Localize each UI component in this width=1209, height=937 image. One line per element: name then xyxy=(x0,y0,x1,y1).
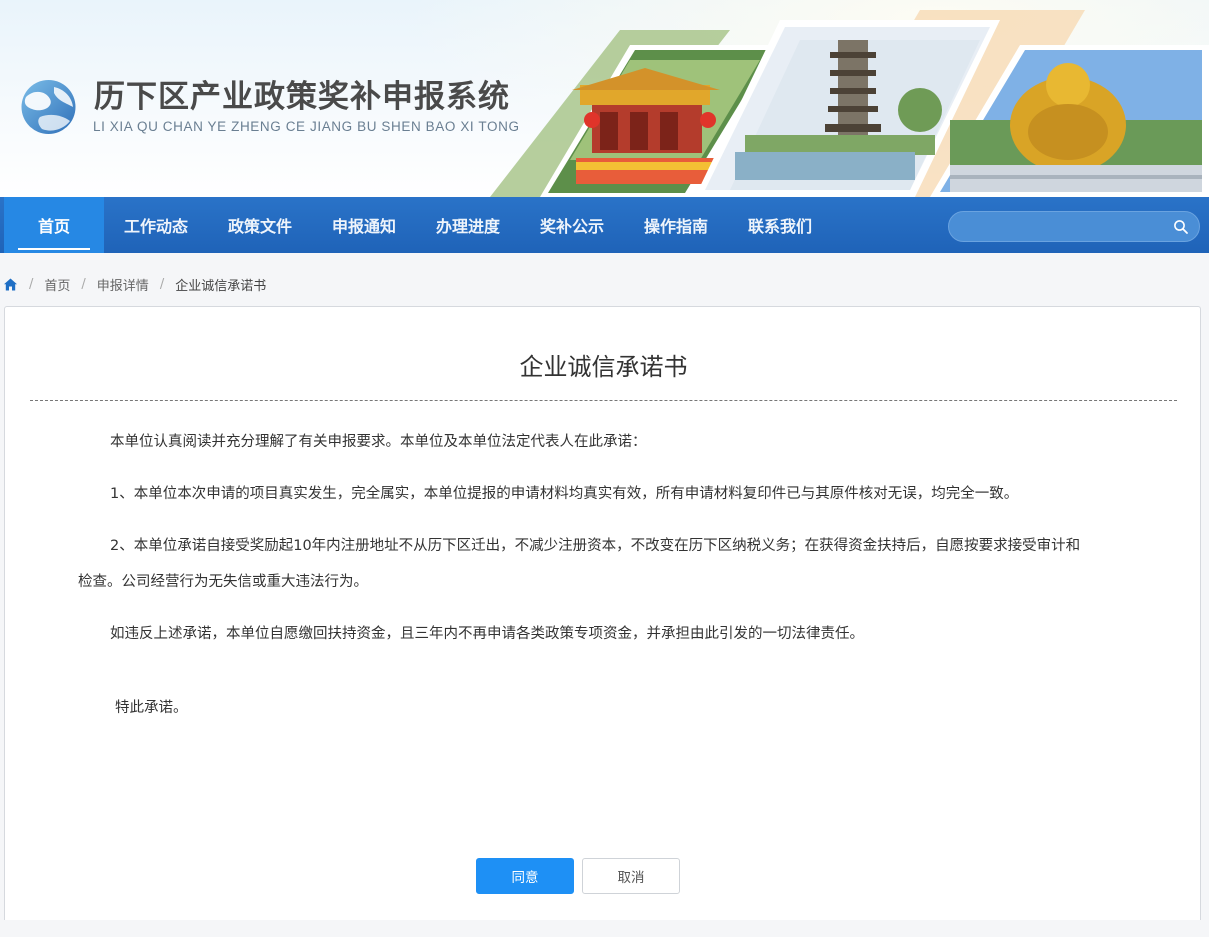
cancel-button[interactable]: 取消 xyxy=(582,858,680,894)
search-input[interactable] xyxy=(961,216,1166,238)
breadcrumb-current: 企业诚信承诺书 xyxy=(175,278,267,294)
paragraph-item-2: 2、本单位承诺自接受奖励起10年内注册地址不从历下区迁出，不减少注册资本，不改变… xyxy=(78,538,1081,590)
home-icon[interactable] xyxy=(3,277,18,292)
agree-button[interactable]: 同意 xyxy=(476,858,574,894)
nav-item-application-notices[interactable]: 申报通知 xyxy=(316,197,412,253)
site-subtitle: LI XIA QU CHAN YE ZHENG CE JIANG BU SHEN… xyxy=(93,119,520,134)
paragraph-intro: 本单位认真阅读并充分理解了有关申报要求。本单位及本单位法定代表人在此承诺： xyxy=(110,434,647,450)
breadcrumb-home[interactable]: 首页 xyxy=(44,275,70,294)
breadcrumb-separator: / xyxy=(29,276,34,292)
breadcrumb-separator: / xyxy=(159,276,165,292)
breadcrumb: / 首页 / 申报详情 / 企业诚信承诺书 xyxy=(3,274,266,294)
paragraph-closing: 特此承诺。 xyxy=(115,700,188,716)
nav-item-progress[interactable]: 办理进度 xyxy=(420,197,516,253)
nav-item-subsidy-announcements[interactable]: 奖补公示 xyxy=(524,197,620,253)
search-box xyxy=(948,211,1200,242)
globe-logo-icon xyxy=(21,80,76,134)
breadcrumb-separator: / xyxy=(81,276,86,292)
breadcrumb-application-details[interactable]: 申报详情 xyxy=(97,275,149,294)
commitment-letter-card: 企业诚信承诺书 本单位认真阅读并充分理解了有关申报要求。本单位及本单位法定代表人… xyxy=(4,306,1201,920)
site-banner: 历下区产业政策奖补申报系统 LI XIA QU CHAN YE ZHENG CE… xyxy=(0,0,1209,197)
page-title: 企业诚信承诺书 xyxy=(519,353,688,381)
search-icon[interactable] xyxy=(1173,219,1189,235)
main-nav: 首页 工作动态 政策文件 申报通知 办理进度 奖补公示 操作指南 联系我们 xyxy=(0,197,1209,253)
paragraph-penalty: 如违反上述承诺，本单位自愿缴回扶持资金，且三年内不再申请各类政策专项资金，并承担… xyxy=(110,626,864,642)
nav-item-guide[interactable]: 操作指南 xyxy=(628,197,724,253)
commitment-content: 本单位认真阅读并充分理解了有关申报要求。本单位及本单位法定代表人在此承诺： 1、… xyxy=(78,424,1088,742)
nav-item-work-news[interactable]: 工作动态 xyxy=(108,197,204,253)
site-title: 历下区产业政策奖补申报系统 xyxy=(94,79,510,115)
banner-photo-collage xyxy=(490,10,1209,197)
paragraph-item-1: 1、本单位本次申请的项目真实发生，完全属实，本单位提报的申请材料均真实有效，所有… xyxy=(110,486,1019,502)
nav-item-home[interactable]: 首页 xyxy=(4,197,104,253)
nav-item-contact[interactable]: 联系我们 xyxy=(732,197,828,253)
title-divider xyxy=(30,400,1177,401)
nav-item-policy-docs[interactable]: 政策文件 xyxy=(212,197,308,253)
